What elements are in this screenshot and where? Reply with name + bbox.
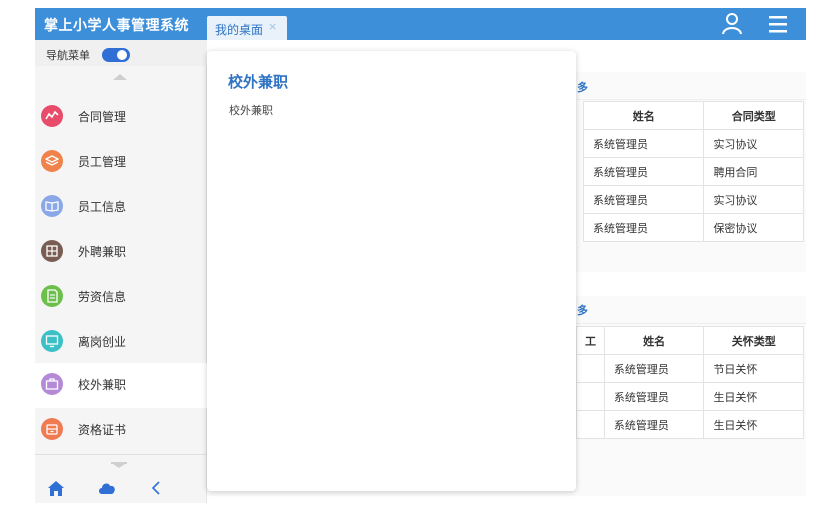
popup-title: 校外兼职 [228,73,289,91]
scroll-down-arrow-icon[interactable] [113,464,125,468]
sidebar-item-label: 外聘兼职 [78,245,127,259]
briefcase-icon [41,373,63,395]
cell-name: 系统管理员 [603,382,705,411]
table-row[interactable]: 系统管理员 实习协议 [582,185,804,214]
sidebar-item-label: 校外兼职 [78,378,127,392]
back-chevron-icon[interactable] [151,480,161,496]
layers-icon [41,150,63,172]
cloud-icon[interactable] [97,480,117,495]
sidebar-item-label: 合同管理 [78,110,127,124]
nav-toggle-label: 导航菜单 [46,49,90,62]
table-row[interactable]: 系统管理员 生日关怀 [576,382,804,411]
nav-toggle-switch[interactable] [102,48,130,62]
more-link[interactable]: 多 [577,302,588,318]
popup-body-text: 校外兼职 [229,104,273,117]
divider [35,454,207,455]
book-icon [41,195,63,217]
sidebar-item-label: 资格证书 [78,423,127,437]
cell-name: 系统管理员 [603,410,705,439]
cell-name: 系统管理员 [603,354,705,383]
cell-name: 系统管理员 [582,185,705,214]
table-row[interactable]: 系统管理员 保密协议 [582,213,804,242]
sidebar-bottom-toolbar [35,476,207,503]
sidebar-item-staff-info[interactable]: 员工信息 [35,185,207,230]
sidebar-item-label: 劳资信息 [78,290,127,304]
sidebar-item-contract[interactable]: 合同管理 [35,95,207,140]
cell-name: 系统管理员 [582,213,705,242]
hamburger-menu-icon[interactable] [768,13,788,35]
user-icon[interactable] [721,12,743,36]
tab-label: 我的桌面 [215,23,264,37]
cell-type: 实习协议 [703,185,804,214]
table-row[interactable]: 系统管理员 生日关怀 [576,410,804,439]
sidebar-item-staff-management[interactable]: 员工管理 [35,140,207,185]
table-row[interactable]: 系统管理员 实习协议 [582,129,804,158]
cell-type: 生日关怀 [703,382,804,411]
table-row[interactable]: 系统管理员 聘用合同 [582,157,804,186]
tab-my-desktop[interactable]: 我的桌面 × [207,16,287,40]
cell-name: 系统管理员 [582,157,705,186]
grid-icon [41,240,63,262]
sidebar-item-label: 员工管理 [78,155,127,169]
nav-toggle-row: 导航菜单 [35,40,207,66]
archive-icon [41,418,63,440]
sidebar: 导航菜单 合同管理 员工管理 员工信息 外聘兼职 劳资信息 离岗创业 校外兼职 … [35,40,207,503]
column-header: 关怀类型 [703,326,804,355]
more-link[interactable]: 多 [577,79,588,95]
column-header: 合同类型 [703,101,804,130]
table-row[interactable]: 系统管理员 节日关怀 [576,354,804,383]
sidebar-item-offcampus-parttime[interactable]: 校外兼职 [35,363,207,408]
cell-empty [576,354,605,383]
sidebar-item-label: 员工信息 [78,200,127,214]
tab-close-button[interactable]: × [268,20,277,33]
contract-table: 姓名 合同类型 系统管理员 实习协议 系统管理员 聘用合同 系统管理员 实习协议… [582,101,804,242]
chart-line-icon [41,105,63,127]
app-title: 掌上小学人事管理系统 [44,18,189,34]
top-bar: 掌上小学人事管理系统 我的桌面 × [35,8,806,40]
cell-name: 系统管理员 [582,129,705,158]
cell-type: 实习协议 [703,129,804,158]
scroll-up-arrow-icon[interactable] [113,74,127,80]
monitor-icon [41,330,63,352]
sidebar-item-certificates[interactable]: 资格证书 [35,408,207,453]
cell-type: 保密协议 [703,213,804,242]
cell-empty [576,410,605,439]
cell-type: 生日关怀 [703,410,804,439]
column-header: 姓名 [603,326,705,355]
document-icon [41,285,63,307]
sidebar-item-external-parttime[interactable]: 外聘兼职 [35,230,207,275]
switch-knob [117,50,127,60]
cell-type: 聘用合同 [703,157,804,186]
popup-panel: 校外兼职 校外兼职 [207,51,576,491]
sidebar-item-label: 离岗创业 [78,335,127,349]
home-icon[interactable] [47,480,65,497]
cell-empty [576,382,605,411]
cell-type: 节日关怀 [703,354,804,383]
care-table: 工 姓名 关怀类型 系统管理员 节日关怀 系统管理员 生日关怀 系统管理员 生日… [576,326,804,439]
column-header: 姓名 [582,101,705,130]
column-header: 工 [576,326,605,355]
app-window: 掌上小学人事管理系统 我的桌面 × 导航菜单 合同管理 员工管理 员工信息 外聘… [0,0,836,510]
sidebar-item-labor-info[interactable]: 劳资信息 [35,275,207,320]
sidebar-item-leave-startup[interactable]: 离岗创业 [35,320,207,365]
